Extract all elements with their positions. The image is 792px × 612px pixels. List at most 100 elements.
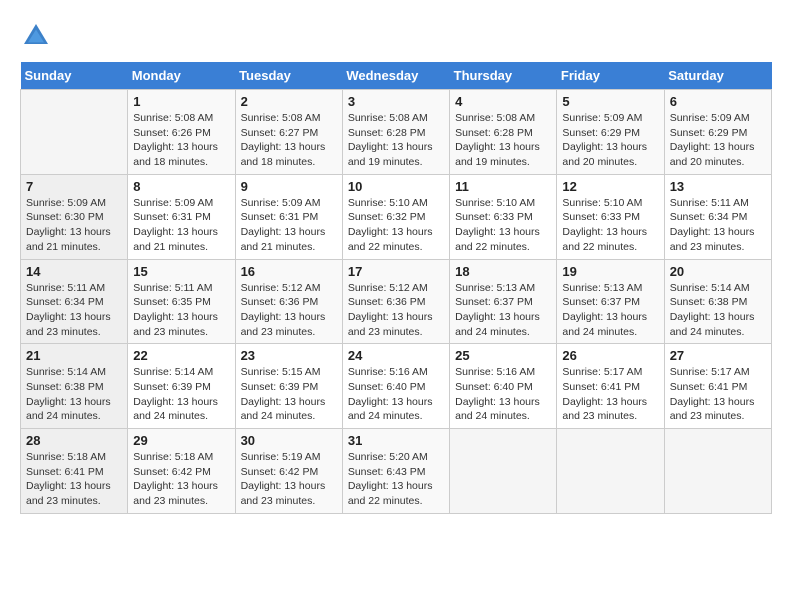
day-info: Sunrise: 5:10 AM Sunset: 6:32 PM Dayligh… — [348, 196, 444, 255]
calendar-cell — [450, 429, 557, 514]
day-number: 23 — [241, 348, 337, 363]
day-info: Sunrise: 5:11 AM Sunset: 6:35 PM Dayligh… — [133, 281, 229, 340]
day-number: 9 — [241, 179, 337, 194]
day-number: 16 — [241, 264, 337, 279]
weekday-header: Friday — [557, 62, 664, 90]
calendar-cell — [21, 90, 128, 175]
calendar-cell: 21 Sunrise: 5:14 AM Sunset: 6:38 PM Dayli… — [21, 344, 128, 429]
calendar-cell: 29 Sunrise: 5:18 AM Sunset: 6:42 PM Dayli… — [128, 429, 235, 514]
day-info: Sunrise: 5:16 AM Sunset: 6:40 PM Dayligh… — [455, 365, 551, 424]
day-number: 10 — [348, 179, 444, 194]
day-info: Sunrise: 5:15 AM Sunset: 6:39 PM Dayligh… — [241, 365, 337, 424]
day-info: Sunrise: 5:09 AM Sunset: 6:31 PM Dayligh… — [133, 196, 229, 255]
day-number: 19 — [562, 264, 658, 279]
calendar-cell: 14Sunrise: 5:11 AM Sunset: 6:34 PM Dayli… — [21, 259, 128, 344]
calendar-cell: 19 Sunrise: 5:13 AM Sunset: 6:37 PM Dayli… — [557, 259, 664, 344]
calendar-cell: 2 Sunrise: 5:08 AM Sunset: 6:27 PM Daylig… — [235, 90, 342, 175]
page-header — [20, 20, 772, 52]
day-info: Sunrise: 5:08 AM Sunset: 6:28 PM Dayligh… — [348, 111, 444, 170]
day-info: Sunrise: 5:14 AM Sunset: 6:38 PM Dayligh… — [26, 365, 122, 424]
day-info: Sunrise: 5:18 AM Sunset: 6:41 PM Dayligh… — [26, 450, 122, 509]
weekday-header-row: SundayMondayTuesdayWednesdayThursdayFrid… — [21, 62, 772, 90]
calendar-cell: 10 Sunrise: 5:10 AM Sunset: 6:32 PM Dayli… — [342, 174, 449, 259]
day-number: 14 — [26, 264, 122, 279]
calendar-cell: 3 Sunrise: 5:08 AM Sunset: 6:28 PM Daylig… — [342, 90, 449, 175]
calendar-cell: 5Sunrise: 5:09 AM Sunset: 6:29 PM Daylig… — [557, 90, 664, 175]
calendar-cell: 18 Sunrise: 5:13 AM Sunset: 6:37 PM Dayli… — [450, 259, 557, 344]
day-number: 4 — [455, 94, 551, 109]
calendar-table: SundayMondayTuesdayWednesdayThursdayFrid… — [20, 62, 772, 514]
day-number: 6 — [670, 94, 766, 109]
day-info: Sunrise: 5:12 AM Sunset: 6:36 PM Dayligh… — [348, 281, 444, 340]
calendar-cell: 12 Sunrise: 5:10 AM Sunset: 6:33 PM Dayli… — [557, 174, 664, 259]
calendar-week-row: 28 Sunrise: 5:18 AM Sunset: 6:41 PM Dayli… — [21, 429, 772, 514]
day-info: Sunrise: 5:18 AM Sunset: 6:42 PM Dayligh… — [133, 450, 229, 509]
calendar-cell: 24 Sunrise: 5:16 AM Sunset: 6:40 PM Dayli… — [342, 344, 449, 429]
calendar-cell: 27Sunrise: 5:17 AM Sunset: 6:41 PM Dayli… — [664, 344, 771, 429]
day-number: 7 — [26, 179, 122, 194]
day-number: 25 — [455, 348, 551, 363]
calendar-cell: 11Sunrise: 5:10 AM Sunset: 6:33 PM Dayli… — [450, 174, 557, 259]
weekday-header: Sunday — [21, 62, 128, 90]
calendar-week-row: 14Sunrise: 5:11 AM Sunset: 6:34 PM Dayli… — [21, 259, 772, 344]
logo-icon — [20, 20, 52, 52]
calendar-cell: 16 Sunrise: 5:12 AM Sunset: 6:36 PM Dayli… — [235, 259, 342, 344]
day-info: Sunrise: 5:09 AM Sunset: 6:29 PM Dayligh… — [670, 111, 766, 170]
calendar-cell: 1 Sunrise: 5:08 AM Sunset: 6:26 PM Daylig… — [128, 90, 235, 175]
day-info: Sunrise: 5:10 AM Sunset: 6:33 PM Dayligh… — [562, 196, 658, 255]
day-number: 21 — [26, 348, 122, 363]
calendar-cell: 4 Sunrise: 5:08 AM Sunset: 6:28 PM Daylig… — [450, 90, 557, 175]
calendar-cell: 17 Sunrise: 5:12 AM Sunset: 6:36 PM Dayli… — [342, 259, 449, 344]
day-info: Sunrise: 5:09 AM Sunset: 6:31 PM Dayligh… — [241, 196, 337, 255]
weekday-header: Thursday — [450, 62, 557, 90]
calendar-cell: 8Sunrise: 5:09 AM Sunset: 6:31 PM Daylig… — [128, 174, 235, 259]
day-number: 13 — [670, 179, 766, 194]
calendar-cell: 30 Sunrise: 5:19 AM Sunset: 6:42 PM Dayli… — [235, 429, 342, 514]
day-number: 1 — [133, 94, 229, 109]
calendar-week-row: 1 Sunrise: 5:08 AM Sunset: 6:26 PM Daylig… — [21, 90, 772, 175]
day-number: 29 — [133, 433, 229, 448]
day-number: 3 — [348, 94, 444, 109]
day-number: 24 — [348, 348, 444, 363]
day-info: Sunrise: 5:09 AM Sunset: 6:30 PM Dayligh… — [26, 196, 122, 255]
day-info: Sunrise: 5:19 AM Sunset: 6:42 PM Dayligh… — [241, 450, 337, 509]
calendar-cell: 7 Sunrise: 5:09 AM Sunset: 6:30 PM Daylig… — [21, 174, 128, 259]
calendar-cell: 31Sunrise: 5:20 AM Sunset: 6:43 PM Dayli… — [342, 429, 449, 514]
day-info: Sunrise: 5:16 AM Sunset: 6:40 PM Dayligh… — [348, 365, 444, 424]
day-info: Sunrise: 5:12 AM Sunset: 6:36 PM Dayligh… — [241, 281, 337, 340]
calendar-cell: 26Sunrise: 5:17 AM Sunset: 6:41 PM Dayli… — [557, 344, 664, 429]
day-info: Sunrise: 5:14 AM Sunset: 6:38 PM Dayligh… — [670, 281, 766, 340]
weekday-header: Monday — [128, 62, 235, 90]
calendar-cell: 25 Sunrise: 5:16 AM Sunset: 6:40 PM Dayli… — [450, 344, 557, 429]
weekday-header: Tuesday — [235, 62, 342, 90]
day-number: 28 — [26, 433, 122, 448]
day-number: 17 — [348, 264, 444, 279]
day-number: 12 — [562, 179, 658, 194]
calendar-cell: 9 Sunrise: 5:09 AM Sunset: 6:31 PM Daylig… — [235, 174, 342, 259]
day-number: 15 — [133, 264, 229, 279]
day-number: 20 — [670, 264, 766, 279]
day-number: 31 — [348, 433, 444, 448]
day-info: Sunrise: 5:13 AM Sunset: 6:37 PM Dayligh… — [562, 281, 658, 340]
day-number: 2 — [241, 94, 337, 109]
calendar-cell: 15 Sunrise: 5:11 AM Sunset: 6:35 PM Dayli… — [128, 259, 235, 344]
calendar-week-row: 21 Sunrise: 5:14 AM Sunset: 6:38 PM Dayli… — [21, 344, 772, 429]
day-number: 18 — [455, 264, 551, 279]
day-info: Sunrise: 5:08 AM Sunset: 6:27 PM Dayligh… — [241, 111, 337, 170]
day-info: Sunrise: 5:17 AM Sunset: 6:41 PM Dayligh… — [670, 365, 766, 424]
calendar-cell: 13 Sunrise: 5:11 AM Sunset: 6:34 PM Dayli… — [664, 174, 771, 259]
calendar-cell — [664, 429, 771, 514]
day-number: 5 — [562, 94, 658, 109]
logo — [20, 20, 56, 52]
weekday-header: Saturday — [664, 62, 771, 90]
calendar-cell: 23 Sunrise: 5:15 AM Sunset: 6:39 PM Dayli… — [235, 344, 342, 429]
day-info: Sunrise: 5:11 AM Sunset: 6:34 PM Dayligh… — [670, 196, 766, 255]
calendar-week-row: 7 Sunrise: 5:09 AM Sunset: 6:30 PM Daylig… — [21, 174, 772, 259]
day-info: Sunrise: 5:14 AM Sunset: 6:39 PM Dayligh… — [133, 365, 229, 424]
day-number: 30 — [241, 433, 337, 448]
day-info: Sunrise: 5:08 AM Sunset: 6:26 PM Dayligh… — [133, 111, 229, 170]
day-info: Sunrise: 5:08 AM Sunset: 6:28 PM Dayligh… — [455, 111, 551, 170]
day-number: 11 — [455, 179, 551, 194]
calendar-cell: 20 Sunrise: 5:14 AM Sunset: 6:38 PM Dayli… — [664, 259, 771, 344]
day-info: Sunrise: 5:13 AM Sunset: 6:37 PM Dayligh… — [455, 281, 551, 340]
